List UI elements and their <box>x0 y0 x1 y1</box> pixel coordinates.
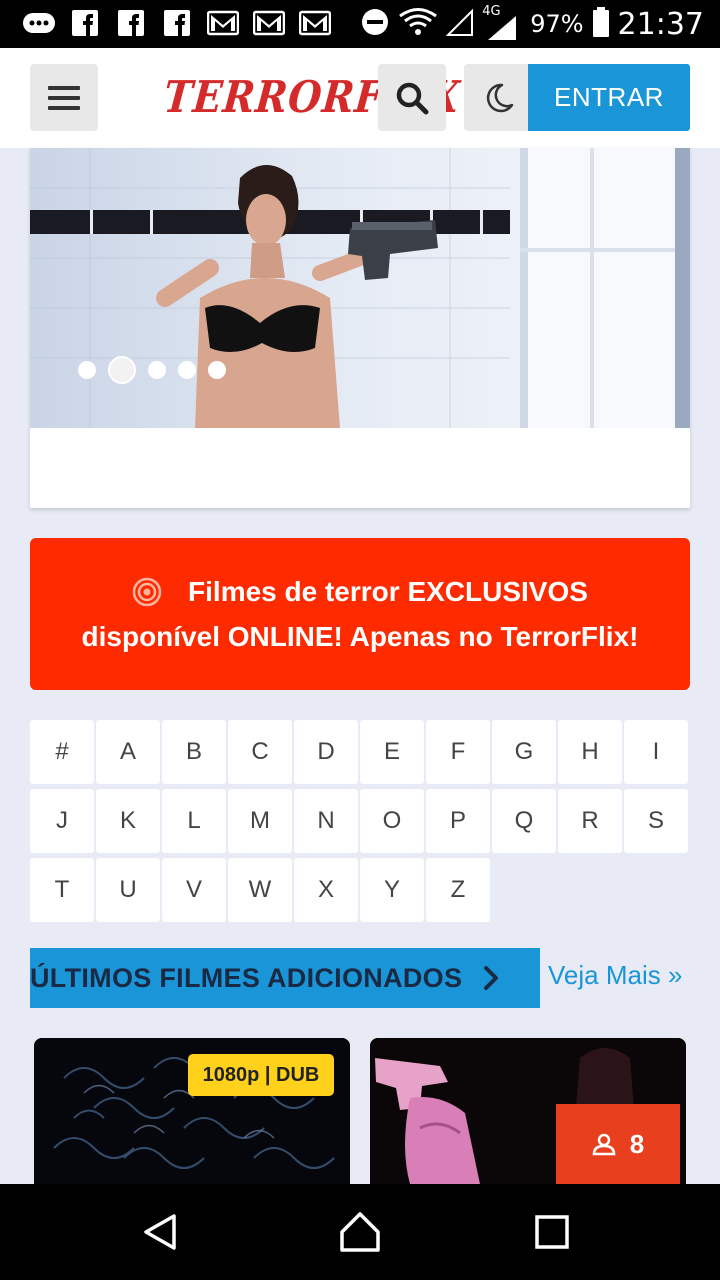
gmail-icon <box>252 8 286 38</box>
back-icon[interactable] <box>134 1206 186 1258</box>
quality-badge: 1080p | DUB <box>188 1054 334 1096</box>
clock: 21:37 <box>617 6 704 42</box>
letter-filter-button[interactable]: I <box>624 720 688 784</box>
home-icon[interactable] <box>334 1206 386 1258</box>
hero-image[interactable] <box>30 148 690 428</box>
letter-filter-button[interactable]: B <box>162 720 226 784</box>
section-header: ÚLTIMOS FILMES ADICIONADOS <box>30 948 540 1008</box>
letter-filter-button[interactable]: F <box>426 720 490 784</box>
slider-dot-active[interactable] <box>108 356 136 384</box>
see-more-link[interactable]: Veja Mais » <box>548 960 682 991</box>
letter-filter-button[interactable]: C <box>228 720 292 784</box>
moon-icon <box>486 83 514 112</box>
letter-filter-button[interactable]: A <box>96 720 160 784</box>
letter-filter-button[interactable]: Q <box>492 789 556 853</box>
status-bar: 4G 97% 21:37 <box>0 0 720 48</box>
facebook-icon <box>68 8 102 38</box>
system-indicators: 4G 97% 21:37 <box>360 4 704 44</box>
gmail-icon <box>206 8 240 38</box>
recents-icon[interactable] <box>526 1206 578 1258</box>
promo-text-line1: Filmes de terror EXCLUSIVOS <box>188 576 588 607</box>
letter-filter-button[interactable]: # <box>30 720 94 784</box>
target-icon <box>132 577 162 606</box>
letter-filter-button[interactable]: K <box>96 789 160 853</box>
letter-filter-button[interactable]: R <box>558 789 622 853</box>
hero-slider[interactable] <box>30 148 690 508</box>
letter-filter-button[interactable]: Y <box>360 858 424 922</box>
letter-filter-button[interactable]: D <box>294 720 358 784</box>
notification-icons <box>22 8 332 38</box>
letter-filter-button[interactable]: L <box>162 789 226 853</box>
letter-filter-button[interactable]: Z <box>426 858 490 922</box>
battery-icon <box>592 6 610 42</box>
menu-button[interactable] <box>30 64 98 131</box>
letter-filter-button[interactable]: N <box>294 789 358 853</box>
search-icon <box>396 82 429 114</box>
letter-filter-button[interactable]: W <box>228 858 292 922</box>
alphabet-filter: # A B C D E F G H I J K L M N O P Q R S T U V W X Y Z <box>30 720 692 922</box>
battery-percent: 97% <box>530 10 584 38</box>
letter-filter-button[interactable]: M <box>228 789 292 853</box>
letter-filter-button[interactable]: O <box>360 789 424 853</box>
search-button[interactable] <box>378 64 446 131</box>
letter-filter-button[interactable]: E <box>360 720 424 784</box>
signal-empty-icon <box>445 7 474 42</box>
chat-icon <box>22 8 56 38</box>
letter-filter-button[interactable]: U <box>96 858 160 922</box>
facebook-icon <box>114 8 148 38</box>
letter-filter-button[interactable]: P <box>426 789 490 853</box>
letter-filter-button[interactable]: T <box>30 858 94 922</box>
cell-signal-icon: 4G <box>482 4 522 42</box>
chevron-right-icon <box>482 965 500 991</box>
section-title: ÚLTIMOS FILMES ADICIONADOS <box>30 962 463 993</box>
letter-filter-button[interactable]: G <box>492 720 556 784</box>
slider-dot[interactable] <box>178 361 196 379</box>
system-nav-bar <box>0 1184 720 1280</box>
promo-banner: Filmes de terror EXCLUSIVOS disponível O… <box>30 538 690 690</box>
slider-dot[interactable] <box>78 361 96 379</box>
wifi-icon <box>398 7 438 42</box>
login-button[interactable]: ENTRAR <box>528 64 690 131</box>
facebook-icon <box>160 8 194 38</box>
user-icon <box>592 1133 616 1156</box>
gmail-icon <box>298 8 332 38</box>
site-header: TERRORFLIX ENTRAR <box>0 48 720 148</box>
slider-dot[interactable] <box>148 361 166 379</box>
dark-mode-toggle[interactable] <box>464 64 534 131</box>
slider-dot[interactable] <box>208 361 226 379</box>
hamburger-icon <box>48 85 80 110</box>
dnd-icon <box>360 7 390 42</box>
letter-filter-button[interactable]: S <box>624 789 688 853</box>
views-count: 8 <box>629 1128 645 1159</box>
letter-filter-button[interactable]: V <box>162 858 226 922</box>
slider-dots <box>78 356 226 384</box>
views-badge: 8 <box>556 1104 680 1184</box>
promo-text-line2: disponível ONLINE! Apenas no TerrorFlix! <box>81 621 639 652</box>
letter-filter-button[interactable]: H <box>558 720 622 784</box>
letter-filter-button[interactable]: J <box>30 789 94 853</box>
letter-filter-button[interactable]: X <box>294 858 358 922</box>
